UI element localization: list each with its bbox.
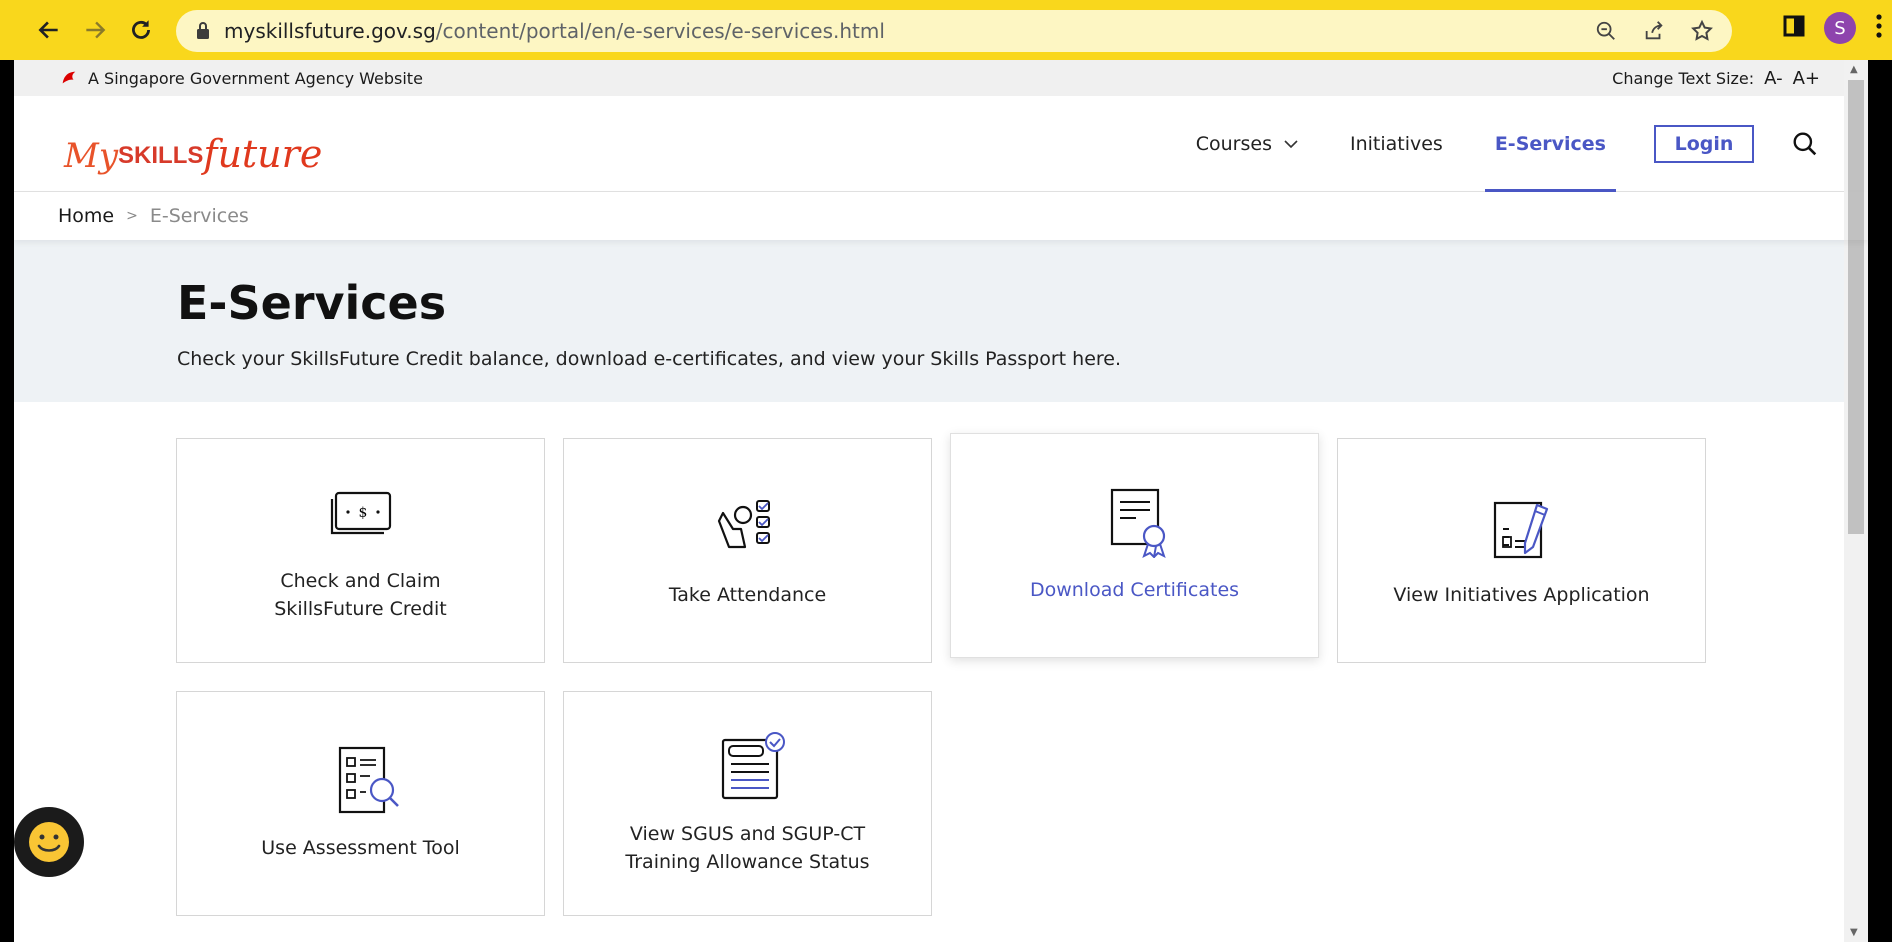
- certificate-icon: [1110, 488, 1166, 558]
- nav-e-services[interactable]: E-Services: [1484, 96, 1617, 192]
- zoom-icon[interactable]: [1592, 17, 1620, 45]
- card-label: Use Assessment Tool: [261, 836, 460, 859]
- forward-icon[interactable]: [72, 7, 118, 53]
- card-view-sgus-sgup-ct-status[interactable]: View SGUS and SGUP-CT Training Allowance…: [563, 691, 932, 916]
- logo-my: My: [64, 136, 119, 176]
- text-size-controls: Change Text Size: A- A+: [1612, 60, 1820, 96]
- card-download-certificates[interactable]: Download Certificates: [950, 433, 1319, 658]
- breadcrumb-home[interactable]: Home: [58, 205, 114, 227]
- myskillsfuture-logo[interactable]: My SKILLS future: [64, 112, 322, 176]
- reload-icon[interactable]: [118, 7, 164, 53]
- card-label: Download Certificates: [1029, 578, 1240, 601]
- text-size-decrease[interactable]: A-: [1764, 68, 1782, 89]
- logo-skills: SKILLS: [118, 142, 204, 169]
- window-edge: [0, 60, 14, 942]
- chevron-down-icon: [1284, 140, 1298, 149]
- chatbot-button[interactable]: [14, 807, 84, 877]
- lion-head-icon: [62, 71, 76, 84]
- scrollbar-thumb[interactable]: [1848, 80, 1864, 534]
- svg-text:$: $: [358, 505, 367, 521]
- address-bar[interactable]: myskillsfuture.gov.sg/content/portal/en/…: [176, 10, 1732, 52]
- share-icon[interactable]: [1640, 17, 1668, 45]
- card-label: Check and Claim SkillsFuture Credit: [274, 569, 447, 620]
- page-subtitle: Check your SkillsFuture Credit balance, …: [177, 348, 1122, 370]
- card-label: View Initiatives Application: [1393, 583, 1650, 606]
- card-label: Take Attendance: [668, 583, 827, 606]
- card-use-assessment-tool[interactable]: Use Assessment Tool: [176, 691, 545, 916]
- hero-banner: E-Services Check your SkillsFuture Credi…: [14, 240, 1868, 402]
- allowance-status-icon: [721, 731, 785, 799]
- more-menu-icon[interactable]: [1874, 13, 1884, 43]
- bookmark-star-icon[interactable]: [1688, 17, 1716, 45]
- browser-toolbar: myskillsfuture.gov.sg/content/portal/en/…: [0, 0, 1892, 60]
- text-size-label: Change Text Size:: [1612, 68, 1755, 88]
- main-nav: Courses Initiatives E-Services Login: [1144, 96, 1818, 192]
- government-masthead: A Singapore Government Agency Website Ch…: [14, 60, 1868, 96]
- side-panel-icon[interactable]: [1782, 14, 1806, 42]
- card-view-initiatives-application[interactable]: View Initiatives Application: [1337, 438, 1706, 663]
- attendance-icon: [717, 499, 770, 548]
- url-text: myskillsfuture.gov.sg/content/portal/en/…: [224, 19, 885, 43]
- card-label: View SGUS and SGUP-CT Training Allowance…: [625, 822, 870, 873]
- assessment-icon: [338, 746, 399, 813]
- breadcrumb: Home > E-Services: [14, 192, 1868, 240]
- search-icon[interactable]: [1792, 131, 1818, 157]
- text-size-increase[interactable]: A+: [1793, 68, 1820, 89]
- scroll-down-arrow-icon[interactable]: ▼: [1850, 927, 1858, 938]
- gov-agency-text: A Singapore Government Agency Website: [88, 68, 423, 88]
- card-check-claim-credit[interactable]: $ Check and Claim SkillsFuture Credit: [176, 438, 545, 663]
- nav-courses-label: Courses: [1195, 133, 1272, 155]
- page-title: E-Services: [177, 276, 447, 330]
- chevron-right-icon: >: [126, 208, 138, 224]
- smiley-icon: [29, 822, 69, 862]
- nav-courses[interactable]: Courses: [1196, 96, 1298, 192]
- login-button[interactable]: Login: [1654, 125, 1754, 163]
- logo-future: future: [203, 132, 323, 176]
- nav-initiatives[interactable]: Initiatives: [1350, 96, 1443, 192]
- scroll-up-arrow-icon[interactable]: ▲: [1850, 64, 1858, 75]
- card-take-attendance[interactable]: Take Attendance: [563, 438, 932, 663]
- back-icon[interactable]: [26, 7, 72, 53]
- breadcrumb-current: E-Services: [149, 205, 249, 227]
- page-viewport: A Singapore Government Agency Website Ch…: [14, 60, 1868, 942]
- site-header: My SKILLS future Courses Initiatives E-S…: [14, 96, 1868, 192]
- application-icon: [1493, 501, 1548, 558]
- lock-icon: [197, 22, 209, 39]
- profile-avatar[interactable]: S: [1824, 12, 1856, 44]
- money-icon: $: [330, 491, 391, 534]
